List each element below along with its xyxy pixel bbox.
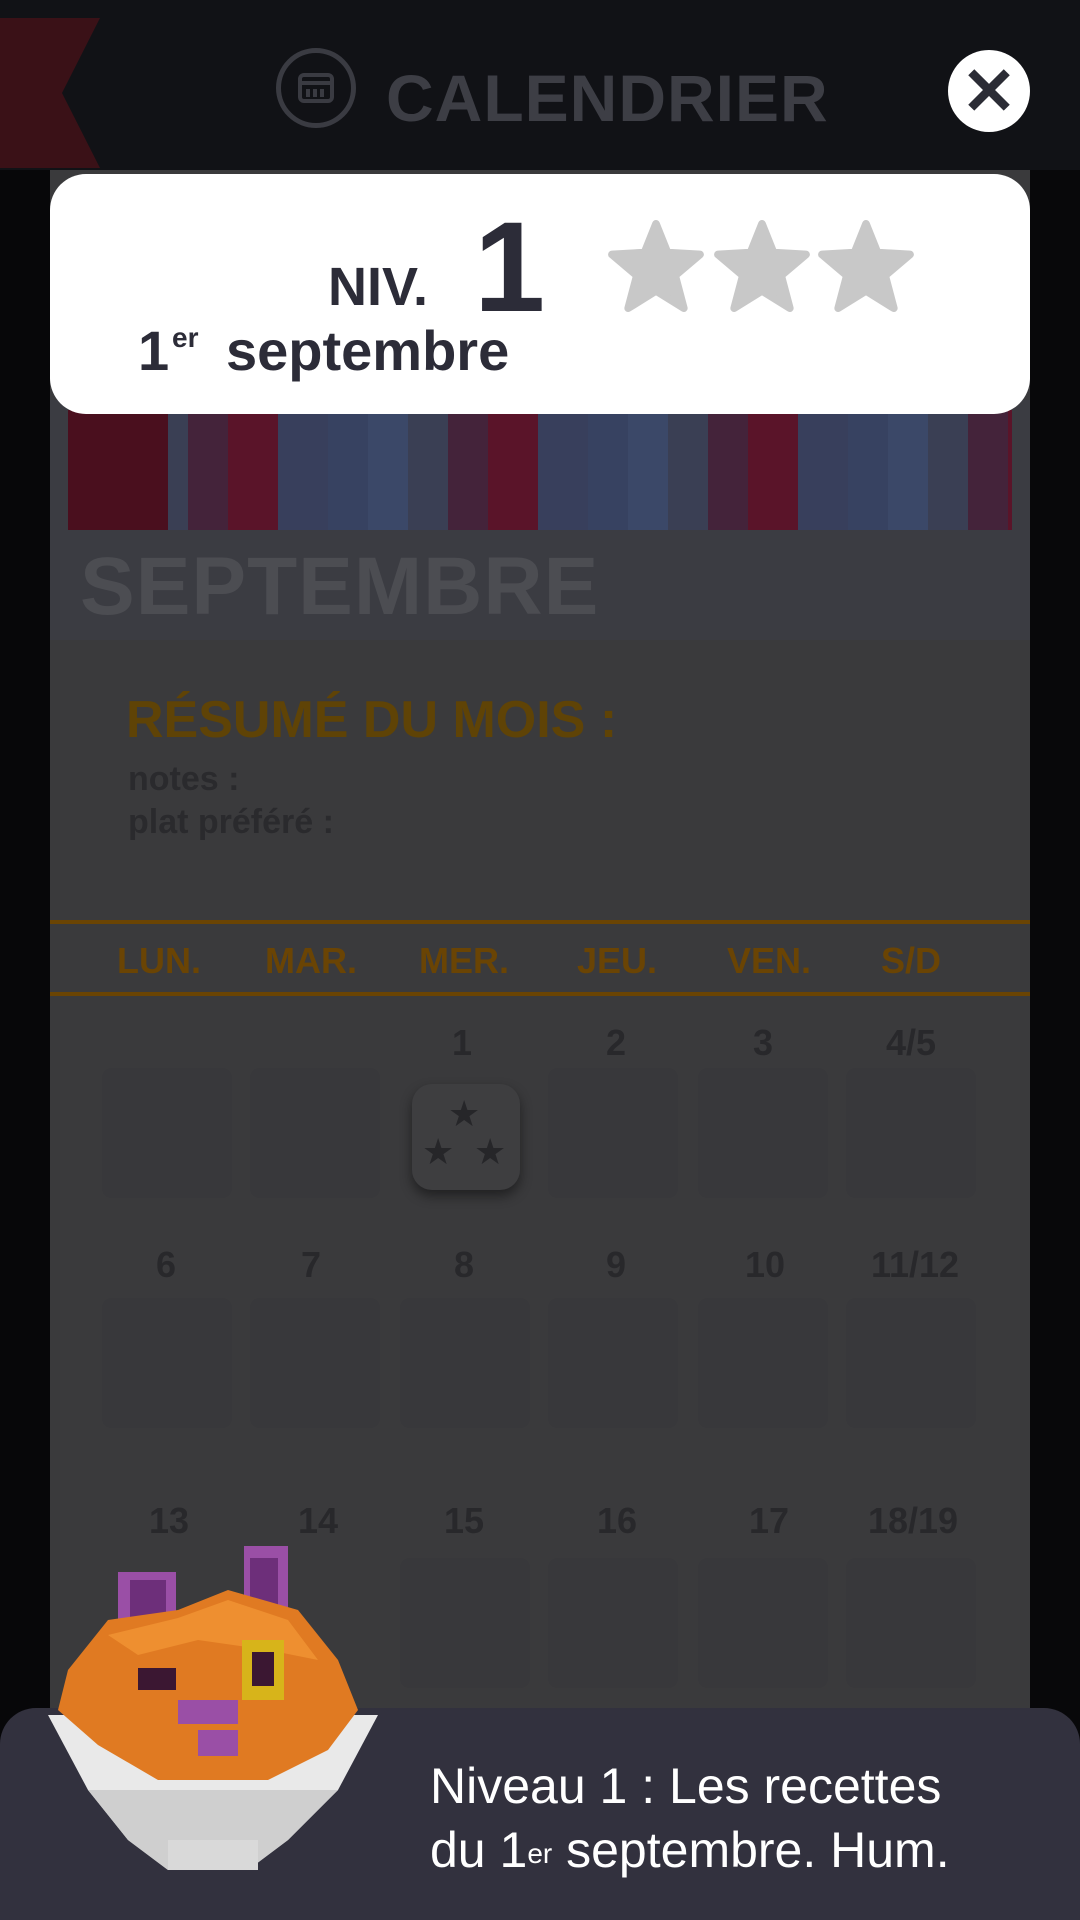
calendar-icon: [276, 48, 356, 128]
left-edge: [0, 170, 50, 1920]
day-cell: [846, 1298, 976, 1428]
day-number: 7: [300, 1244, 322, 1285]
star-icon: ★: [422, 1131, 455, 1172]
day-cell: [548, 1068, 678, 1198]
day-number: 6: [155, 1244, 177, 1285]
star-icon: [714, 220, 810, 312]
day-number: 10: [744, 1244, 786, 1285]
day-number: 15: [443, 1500, 485, 1541]
month-title: SEPTEMBRE: [80, 541, 600, 632]
weekday-label: S/D: [880, 940, 941, 981]
day-number: 3: [752, 1022, 774, 1063]
day-number: 17: [748, 1500, 790, 1541]
day-cell: [102, 1298, 232, 1428]
dialog-line-2-suffix: septembre. Hum.: [552, 1822, 950, 1878]
level-1-cell[interactable]: ★ ★ ★: [412, 1084, 520, 1190]
dialog-line-1: Niveau 1 : Les recettes: [430, 1758, 942, 1814]
day-number: 13: [148, 1500, 190, 1541]
level-prefix: NIV.: [328, 257, 429, 317]
day-cell: [250, 1068, 380, 1198]
day-cell: [400, 1558, 530, 1688]
weekday-label: MAR.: [265, 940, 357, 981]
day-number: 16: [596, 1500, 638, 1541]
level-date-suffix: er: [172, 322, 199, 353]
day-number: 8: [453, 1244, 475, 1285]
day-number: 1: [451, 1022, 473, 1063]
star-icon: ★: [448, 1093, 481, 1134]
day-number: 4/5: [885, 1022, 937, 1063]
close-button[interactable]: ✕: [948, 50, 1030, 132]
close-icon: ✕: [961, 54, 1017, 128]
weekday-label: JEU.: [576, 940, 658, 981]
day-number: 2: [605, 1022, 627, 1063]
day-cell: [548, 1558, 678, 1688]
day-cell: [102, 1068, 232, 1198]
day-cell: [846, 1558, 976, 1688]
level-number: 1: [474, 196, 546, 339]
dialog-line-2-sup: er: [527, 1838, 553, 1869]
cat-mascot-icon: [48, 1546, 378, 1870]
day-cell: [250, 1298, 380, 1428]
level-date-day: 1: [138, 319, 170, 382]
star-icon: [608, 220, 704, 312]
weekday-label: MER.: [419, 940, 509, 981]
dialog-text: Niveau 1 : Les recettes du 1er septembre…: [430, 1754, 1050, 1882]
summary-title: RÉSUMÉ DU MOIS :: [126, 691, 618, 749]
month-illustration: [68, 410, 1012, 530]
day-cell: [698, 1558, 828, 1688]
day-cell: [400, 1298, 530, 1428]
notes-label: notes :: [128, 760, 240, 798]
weekday-label: VEN.: [726, 940, 812, 981]
header-title: CALENDRIER: [386, 61, 829, 135]
day-cell: [698, 1068, 828, 1198]
day-cell: [698, 1298, 828, 1428]
star-icon: ★: [474, 1131, 507, 1172]
right-edge: [1030, 170, 1080, 1920]
day-cell: [548, 1298, 678, 1428]
weekday-label: LUN.: [117, 940, 201, 981]
star-icon: [818, 220, 914, 312]
day-number: 18/19: [867, 1500, 959, 1541]
day-number: 9: [605, 1244, 627, 1285]
day-cell: [846, 1068, 976, 1198]
day-number: 14: [297, 1500, 339, 1541]
dialog-line-2-prefix: du 1: [430, 1822, 528, 1878]
day-number: 11/12: [870, 1244, 960, 1285]
favorite-dish-label: plat préféré :: [128, 803, 334, 841]
level-date-month: septembre: [226, 319, 510, 382]
